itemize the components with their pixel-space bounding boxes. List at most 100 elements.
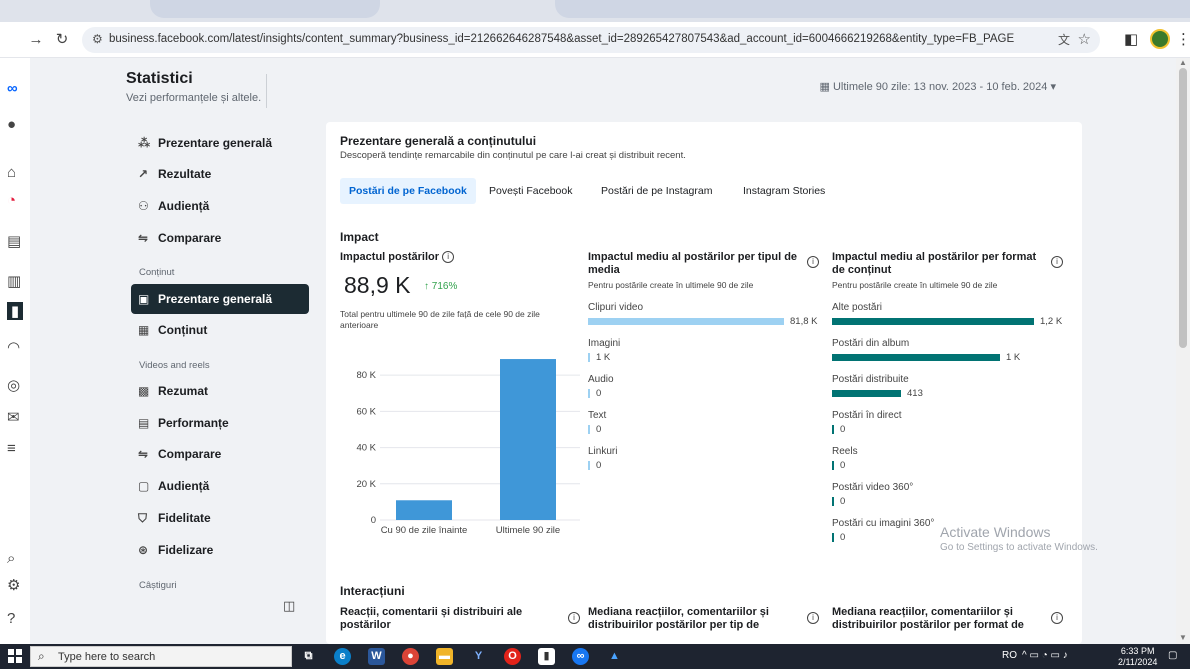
insights-icon[interactable]: ▮ <box>7 302 23 320</box>
sidebar-item-compare[interactable]: ⇋ Comparare <box>131 223 309 253</box>
browser-tab[interactable] <box>150 0 380 18</box>
content-format-bar <box>832 354 1000 361</box>
vpn-icon[interactable]: Y <box>470 648 487 665</box>
url-text[interactable]: business.facebook.com/latest/insights/co… <box>109 33 1014 45</box>
chrome-icon[interactable]: ● <box>402 648 419 665</box>
info-icon[interactable]: i <box>442 251 455 264</box>
collapse-sidebar-icon[interactable]: ◫ <box>283 598 295 614</box>
taskbar-search[interactable]: ⌕ Type here to search <box>30 646 292 667</box>
address-bar[interactable]: ⚙ business.facebook.com/latest/insights/… <box>82 27 1100 53</box>
bookmark-star-icon[interactable]: ☆ <box>1078 30 1091 48</box>
file-explorer-icon[interactable]: ▬ <box>436 648 453 665</box>
sidebar-item-content-overview[interactable]: ▣ Prezentare generală <box>131 284 309 314</box>
scroll-thumb[interactable] <box>1179 68 1187 348</box>
monetization-icon[interactable]: ◎ <box>7 376 20 394</box>
impact-title: Impactul postărilor i <box>340 251 455 264</box>
trend-icon: ↗ <box>138 167 149 181</box>
info-icon[interactable]: i <box>1051 256 1063 268</box>
content-format-label: Alte postări <box>832 302 883 313</box>
sidebar-item-loyalty[interactable]: ⛉ Fidelitate <box>131 503 309 533</box>
calendar-icon[interactable]: ▤ <box>7 232 21 250</box>
grid-icon: ▩ <box>138 384 150 398</box>
media-type-bar <box>588 353 590 362</box>
media-type-bar <box>588 425 590 434</box>
tab-facebook-stories[interactable]: Povești Facebook <box>480 178 581 204</box>
tab-facebook-posts[interactable]: Postări de pe Facebook <box>340 178 476 204</box>
media-type-label: Imagini <box>588 338 621 349</box>
search-rail-icon[interactable]: ⌕ <box>7 550 15 567</box>
posts-icon[interactable]: ▥ <box>7 272 21 290</box>
sidepanel-icon[interactable]: ◧ <box>1124 30 1138 48</box>
page-scrollbar[interactable]: ▲ ▼ <box>1176 58 1190 644</box>
task-view-icon[interactable]: ⧉ <box>300 648 317 665</box>
content-format-value: 0 <box>840 424 846 435</box>
settings-icon[interactable]: ⚙ <box>7 576 20 594</box>
by-format-title: Impactul mediu al postărilor per format … <box>832 251 1052 277</box>
by-type-note: Pentru postările create în ultimele 90 d… <box>588 280 754 290</box>
forward-icon[interactable]: → <box>26 30 46 50</box>
impact-heading: Impact <box>340 230 379 244</box>
tab-instagram-stories[interactable]: Instagram Stories <box>734 178 834 204</box>
info-icon[interactable]: i <box>807 256 819 268</box>
translate-icon[interactable]: 文 <box>1058 31 1070 48</box>
sidebar-item-label: Rezumat <box>158 384 209 398</box>
tray-icons[interactable]: ^ ▭ ◔ ▭ ♪ <box>1022 650 1068 661</box>
edge-icon[interactable]: e <box>334 648 351 665</box>
sidebar-item-audience[interactable]: ⚇ Audiență <box>131 191 309 221</box>
chart-ytick-label: 20 K <box>356 479 376 490</box>
reload-icon[interactable]: ↻ <box>52 30 72 50</box>
messenger-icon[interactable]: ∞ <box>572 648 589 665</box>
tab-instagram-posts[interactable]: Postări de pe Instagram <box>592 178 721 204</box>
all-tools-icon[interactable]: ≡ <box>7 440 16 457</box>
menu-icon[interactable]: ⋮ <box>1176 30 1190 48</box>
sidebar-item-performance[interactable]: ▤ Performanțe <box>131 408 309 438</box>
info-icon[interactable]: i <box>807 612 819 624</box>
sidebar-item-overview[interactable]: ⁂ Prezentare generală <box>131 128 309 158</box>
activate-windows-subtitle: Go to Settings to activate Windows. <box>940 542 1098 553</box>
interactions-metric-2: Mediana reacțiilor, comentariilor și dis… <box>588 606 769 631</box>
content-format-value: 413 <box>907 388 923 399</box>
media-type-value: 0 <box>596 424 602 435</box>
content-format-bar <box>832 533 834 542</box>
info-icon[interactable]: i <box>568 612 580 624</box>
inbox-icon[interactable]: ✉ <box>7 408 20 426</box>
sidebar-item-video-compare[interactable]: ⇋ Comparare <box>131 439 309 469</box>
scroll-up-icon[interactable]: ▲ <box>1179 58 1187 67</box>
info-icon[interactable]: i <box>1051 612 1063 624</box>
card-title: Prezentare generală a conținutului <box>340 134 537 148</box>
impact-title-text: Impactul postărilor <box>340 251 440 263</box>
calendar-icon: ▦ <box>819 81 833 93</box>
help-icon[interactable]: ? <box>7 610 15 627</box>
impact-note: Total pentru ultimele 90 de zile față de… <box>340 309 540 330</box>
opera-icon[interactable]: O <box>504 648 521 665</box>
profile-avatar[interactable] <box>1150 29 1170 49</box>
content-format-label: Postări în direct <box>832 410 902 421</box>
start-button[interactable] <box>8 649 22 663</box>
home-icon[interactable]: ⌂ <box>7 164 16 181</box>
date-range-picker[interactable]: ▦ Ultimele 90 zile: 13 nov. 2023 - 10 fe… <box>820 80 1056 93</box>
sidebar-item-content[interactable]: ▦ Conținut <box>131 315 309 345</box>
page-avatar-icon[interactable]: ● <box>7 116 16 133</box>
sidebar-item-results[interactable]: ↗ Rezultate <box>131 159 309 189</box>
sidebar-item-video-audience[interactable]: ▢ Audiență <box>131 471 309 501</box>
notifications-center-icon[interactable]: ▢ <box>1168 650 1177 661</box>
chart-bar[interactable] <box>396 500 452 520</box>
app-drop-icon[interactable]: ▲ <box>606 648 623 665</box>
word-icon[interactable]: W <box>368 648 385 665</box>
notifications-icon[interactable]: ◔ <box>7 192 16 209</box>
site-info-icon[interactable]: ⚙ <box>92 32 103 46</box>
chart-bar[interactable] <box>500 359 556 520</box>
ads-icon[interactable]: ◠ <box>7 338 20 356</box>
sidebar-section-content: Conținut <box>139 267 175 278</box>
content-format-label: Reels <box>832 446 858 457</box>
sidebar-item-summary[interactable]: ▩ Rezumat <box>131 376 309 406</box>
chart-ytick-label: 80 K <box>356 370 376 381</box>
chart-xtick-label: Cu 90 de zile înainte <box>381 525 468 536</box>
scroll-down-icon[interactable]: ▼ <box>1179 633 1187 642</box>
browser-tab-active[interactable] <box>555 0 1190 18</box>
sidebar-item-retention[interactable]: ⊛ Fidelizare <box>131 535 309 565</box>
notepad-icon[interactable]: ▮ <box>538 648 555 665</box>
meta-logo-icon[interactable]: ∞ <box>7 80 18 97</box>
language-indicator[interactable]: RO <box>1002 650 1017 661</box>
taskbar-clock[interactable]: 6:33 PM 2/11/2024 <box>1118 646 1157 668</box>
